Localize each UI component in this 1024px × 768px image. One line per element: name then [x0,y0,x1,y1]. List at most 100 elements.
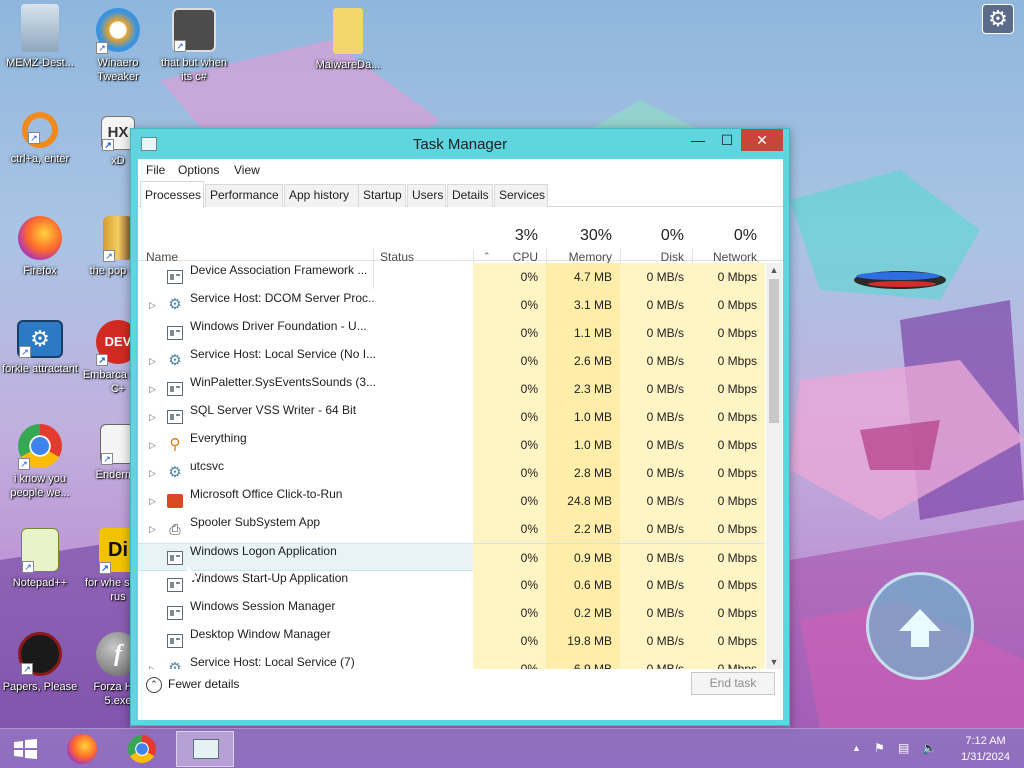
tab-processes[interactable]: Processes [140,181,204,208]
disk-total: 0% [660,227,684,244]
cpu-cell: 0% [473,403,546,431]
column-network[interactable]: 0% Network [692,209,765,264]
menu-view[interactable]: View [234,163,260,177]
up-arrow-icon[interactable] [866,572,974,680]
shortcut-arrow-icon: ↗ [99,562,111,574]
tab-app-history[interactable]: App history [284,184,362,207]
scroll-down-icon[interactable]: ▼ [766,655,782,669]
scroll-up-icon[interactable]: ▲ [766,263,782,277]
title-bar[interactable]: Task Manager — ☐ ✕ [131,129,789,159]
close-button[interactable]: ✕ [741,129,783,151]
minimize-button[interactable]: — [683,129,713,151]
expand-chevron-icon[interactable]: ▷ [149,403,156,431]
process-name: utcsvc [190,459,225,473]
desktop-icon-firefox[interactable]: Firefox [2,216,78,278]
memory-cell: 2.2 MB [546,515,620,543]
window-icon [167,326,183,340]
memory-cell: 1.0 MB [546,431,620,459]
expand-chevron-icon[interactable]: ▷ [149,515,156,543]
expand-chevron-icon[interactable]: ▷ [149,487,156,515]
network-cell: 0 Mbps [692,459,765,487]
notepadpp-icon: ↗ [21,528,59,573]
disk-cell: 0 MB/s [620,263,692,291]
desktop-icon-notepadpp[interactable]: ↗ Notepad++ [2,528,78,590]
clock-time: 7:12 AM [965,735,1006,747]
chevron-up-icon: ⌃ [146,676,162,693]
table-row[interactable]: ▷ ⚙ Service Host: Local Service (7) 0% 6.9 M… [138,655,765,669]
expand-chevron-icon[interactable]: ▷ [149,291,156,319]
menu-file[interactable]: File [146,163,165,177]
flag-icon[interactable]: ⚑ [874,741,885,755]
table-row[interactable]: ▷ Microsoft Office Click-to-Run 0% 24.8 MB 0… [138,487,765,515]
network-icon[interactable]: ▤ [898,741,909,755]
expand-chevron-icon[interactable]: ▷ [149,431,156,459]
task-manager-window[interactable]: Task Manager — ☐ ✕ File Options View Pro… [130,128,790,726]
window-icon [167,551,183,565]
column-status[interactable]: Status [374,209,472,264]
taskbar-firefox[interactable] [54,731,112,767]
clock[interactable]: 7:12 AM 1/31/2024 [961,733,1010,765]
column-cpu[interactable]: 3% CPU [473,209,546,264]
table-row[interactable]: ▷ ⚙ Service Host: Local Service (No I... 0%… [138,347,765,375]
desktop-icon-ctrl-a[interactable]: ↗ ctrl+a, enter [2,112,78,166]
desktop-icon-papers-please[interactable]: ↗ Papers, Please [2,632,78,694]
desktop-icon-malwareda[interactable]: MalwareDa... [310,8,386,72]
desktop-icon-winaero[interactable]: ↗ Winaero Tweaker [80,8,156,84]
memory-cell: 0.9 MB [546,544,620,572]
table-row[interactable]: ▷ ⚙ Service Host: DCOM Server Proc... 0% 3.1… [138,291,765,319]
table-row[interactable]: ▷ ⚲ Everything 0% 1.0 MB 0 MB/s 0 Mbps [138,431,765,459]
tab-startup[interactable]: Startup [358,184,406,207]
end-task-button[interactable]: End task [691,672,775,695]
start-button[interactable] [0,731,58,767]
process-name: Desktop Window Manager [190,627,331,641]
table-row[interactable]: Windows Start-Up Application 0% 0.6 MB 0 MB… [138,571,765,599]
table-row[interactable]: Windows Driver Foundation - U... 0% 1.1 MB… [138,319,765,347]
cpu-cell: 0% [473,655,546,669]
network-cell: 0 Mbps [692,431,765,459]
table-row[interactable]: Windows Session Manager 0% 0.2 MB 0 MB/s 0 M… [138,599,765,627]
expand-chevron-icon[interactable]: ▷ [149,375,156,403]
disk-cell: 0 MB/s [620,403,692,431]
window-icon [167,634,183,648]
tab-users[interactable]: Users [407,184,446,207]
task-manager-icon [193,739,219,759]
tab-services[interactable]: Services [494,184,548,207]
column-memory[interactable]: 30% Memory [546,209,620,264]
table-row[interactable]: ▷ ⎙ Spooler SubSystem App 0% 2.2 MB 0 MB/s 0 M… [138,515,765,543]
disk-cell: 0 MB/s [620,627,692,655]
taskbar-chrome[interactable] [114,731,172,767]
cpu-cell: 0% [473,571,546,599]
column-name[interactable]: Name [138,209,373,264]
stacked-windows-icon: ↗ [172,8,216,52]
table-row[interactable]: ▷ SQL Server VSS Writer - 64 Bit 0% 1.0 MB 0… [138,403,765,431]
table-row[interactable]: Desktop Window Manager 0% 19.8 MB 0 MB/s 0 M… [138,627,765,655]
desktop-icon-forkie[interactable]: ⚙ ↗ forkie attractant [2,320,78,376]
tab-performance[interactable]: Performance [205,184,283,207]
table-row[interactable]: Device Association Framework ... 0% 4.7 MB… [138,263,765,291]
taskbar-task-manager[interactable] [176,731,234,767]
winaero-icon: ↗ [96,8,140,54]
shortcut-arrow-icon: ↗ [28,132,40,144]
memory-cell: 3.1 MB [546,291,620,319]
column-cpu-label: CPU [512,250,538,264]
table-row[interactable]: ▷ WinPaletter.SysEventsSounds (3... 0% 2.3 … [138,375,765,403]
tray-chevron-icon[interactable]: ▲ [852,743,861,753]
table-row[interactable]: Windows Logon Application 0% 0.9 MB 0 MB/s 0… [138,543,765,572]
expand-chevron-icon[interactable]: ▷ [149,655,156,669]
fewer-details-button[interactable]: ⌃ Fewer details [146,673,239,695]
table-row[interactable]: ▷ ⚙ utcsvc 0% 2.8 MB 0 MB/s 0 Mbps [138,459,765,487]
gear-icon[interactable]: ⚙ [982,4,1014,34]
desktop-icon-csharp[interactable]: ↗ that but when its c# [156,8,232,84]
scroll-thumb[interactable] [769,279,779,423]
desktop-icon-chrome[interactable]: ↗ i know you people we... [2,424,78,500]
tab-details[interactable]: Details [447,184,493,207]
column-disk[interactable]: 0% Disk [620,209,692,264]
volume-muted-icon[interactable]: 🔈 [922,741,937,755]
memory-cell: 2.6 MB [546,347,620,375]
expand-chevron-icon[interactable]: ▷ [149,347,156,375]
menu-options[interactable]: Options [178,163,219,177]
vertical-scrollbar[interactable]: ▲ ▼ [766,263,782,669]
expand-chevron-icon[interactable]: ▷ [149,459,156,487]
desktop-icon-memz[interactable]: MEMZ-Dest... [2,4,78,70]
maximize-button[interactable]: ☐ [712,129,742,151]
